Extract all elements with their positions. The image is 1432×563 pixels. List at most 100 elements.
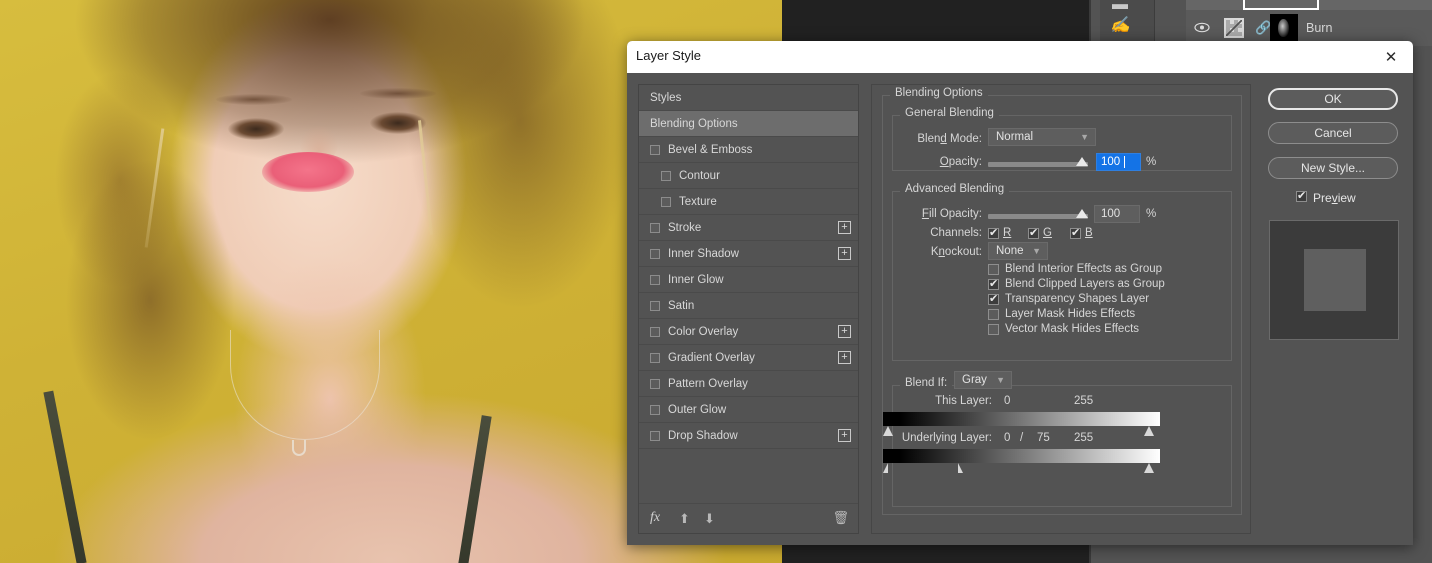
blend-mode-select[interactable]: Normal ▼	[988, 128, 1096, 146]
text-caret	[1124, 156, 1126, 168]
styles-header-label: Styles	[650, 91, 682, 104]
styles-item-satin[interactable]: Satin	[639, 293, 858, 319]
checkbox-transparency-shapes-layer[interactable]	[988, 292, 999, 305]
styles-item-checkbox[interactable]	[650, 430, 660, 441]
fill-opacity-slider-track[interactable]	[988, 214, 1088, 219]
opacity-value: 100	[1097, 156, 1125, 168]
cancel-button[interactable]: Cancel	[1268, 122, 1398, 144]
styles-list-header[interactable]: Styles	[639, 85, 858, 111]
checkbox-layer-mask-hides-effects[interactable]	[988, 309, 999, 320]
styles-item-gradient-overlay[interactable]: Gradient Overlay +	[639, 345, 858, 371]
blend-if-channel-select[interactable]: Gray ▼	[954, 371, 1012, 389]
photo-earring-left	[144, 128, 165, 248]
blend-if-channel-value: Gray	[962, 374, 987, 386]
styles-item-checkbox[interactable]	[650, 300, 660, 311]
underlying-high-value: 255	[1074, 432, 1094, 444]
add-effect-icon[interactable]: +	[838, 221, 851, 234]
styles-item-pattern-overlay[interactable]: Pattern Overlay	[639, 371, 858, 397]
styles-item-stroke[interactable]: Stroke +	[639, 215, 858, 241]
channel-g-checkbox[interactable]	[1028, 226, 1039, 239]
dodge-burn-tool-icon[interactable]: ✍	[1110, 15, 1130, 35]
styles-item-checkbox[interactable]	[661, 170, 671, 181]
styles-item-label: Color Overlay	[668, 325, 739, 338]
knockout-select[interactable]: None ▼	[988, 242, 1048, 260]
checkbox-label-blend-interior-effects-as-group: Blend Interior Effects as Group	[1005, 263, 1163, 275]
styles-item-blending-options[interactable]: Blending Options	[639, 111, 858, 137]
underlying-split-separator: /	[1020, 432, 1024, 444]
channel-g-label: G	[1043, 227, 1052, 239]
styles-item-label: Contour	[679, 169, 720, 182]
layer-mask-thumbnail[interactable]	[1270, 14, 1298, 42]
styles-item-checkbox[interactable]	[650, 352, 660, 363]
fill-opacity-slider-knob[interactable]	[1076, 209, 1088, 218]
styles-item-checkbox[interactable]	[650, 144, 660, 155]
ok-button[interactable]: OK	[1268, 88, 1398, 110]
styles-item-drop-shadow[interactable]: Drop Shadow +	[639, 423, 858, 449]
chevron-down-icon: ▼	[1032, 246, 1041, 256]
opacity-input[interactable]: 100	[1096, 153, 1141, 171]
styles-item-inner-glow[interactable]: Inner Glow	[639, 267, 858, 293]
preview-checkbox[interactable]	[1296, 189, 1307, 202]
checkbox-label-transparency-shapes-layer: Transparency Shapes Layer	[1005, 293, 1150, 305]
layer-visibility-eye-icon[interactable]	[1194, 21, 1210, 34]
opacity-slider-track[interactable]	[988, 162, 1088, 167]
gradient-tool-icon[interactable]: ▬	[1112, 0, 1128, 14]
layer-adjustment-thumbnail[interactable]	[1224, 18, 1244, 38]
close-icon[interactable]: ✕	[1369, 41, 1413, 73]
this-layer-gradient-ramp[interactable]	[883, 412, 1160, 426]
underlying-white-slider[interactable]	[1144, 463, 1154, 473]
opacity-label: Opacity:	[939, 156, 982, 168]
add-effect-icon[interactable]: +	[838, 325, 851, 338]
opacity-slider-knob[interactable]	[1076, 157, 1088, 166]
add-effect-icon[interactable]: +	[838, 247, 851, 260]
styles-item-label: Drop Shadow	[668, 429, 738, 442]
underlying-layer-gradient-ramp[interactable]	[883, 449, 1160, 463]
styles-item-bevel-emboss[interactable]: Bevel & Emboss	[639, 137, 858, 163]
checkbox-blend-interior-effects-as-group[interactable]	[988, 264, 999, 275]
photo-eyebrow-left	[216, 94, 292, 105]
channel-r-checkbox[interactable]	[988, 226, 999, 239]
checkbox-vector-mask-hides-effects[interactable]	[988, 324, 999, 335]
tool-strip[interactable]: ▬ ✍	[1100, 0, 1154, 42]
checkbox-label-layer-mask-hides-effects: Layer Mask Hides Effects	[1005, 308, 1136, 320]
blend-mode-value: Normal	[996, 131, 1034, 143]
new-style-button[interactable]: New Style...	[1268, 157, 1398, 179]
styles-item-checkbox[interactable]	[650, 378, 660, 389]
styles-item-contour[interactable]: Contour	[639, 163, 858, 189]
styles-item-inner-shadow[interactable]: Inner Shadow +	[639, 241, 858, 267]
channel-b-checkbox[interactable]	[1070, 226, 1081, 239]
arrow-down-icon[interactable]: ⬇	[704, 511, 715, 527]
styles-item-checkbox[interactable]	[661, 196, 671, 207]
dialog-titlebar[interactable]: Layer Style ✕	[627, 41, 1413, 73]
layer-link-icon[interactable]: 🔗	[1255, 20, 1271, 36]
channel-b-label: B	[1085, 227, 1093, 239]
styles-item-color-overlay[interactable]: Color Overlay +	[639, 319, 858, 345]
styles-list[interactable]: Styles Blending Options Bevel & Emboss Cont…	[639, 85, 858, 449]
underlying-black-slider-left[interactable]	[883, 463, 888, 473]
underlying-black-slider-right[interactable]	[958, 463, 963, 473]
styles-list-footer: fx ⬆ ⬇ 🗑	[639, 503, 858, 533]
knockout-value: None	[996, 245, 1024, 257]
styles-item-checkbox[interactable]	[650, 274, 660, 285]
add-effect-icon[interactable]: +	[838, 429, 851, 442]
styles-item-checkbox[interactable]	[650, 248, 660, 259]
channel-r-label: R	[1003, 227, 1012, 239]
this-layer-high-value: 255	[1074, 395, 1094, 407]
styles-item-label: Pattern Overlay	[668, 377, 748, 390]
this-layer-white-slider[interactable]	[1144, 426, 1154, 436]
styles-item-label: Gradient Overlay	[668, 351, 755, 364]
blending-options-panel: Blending Options General Blending Blend …	[871, 84, 1251, 534]
styles-item-texture[interactable]: Texture	[639, 189, 858, 215]
styles-item-checkbox[interactable]	[650, 326, 660, 337]
fx-icon[interactable]: fx	[650, 510, 660, 526]
styles-item-checkbox[interactable]	[650, 404, 660, 415]
styles-item-outer-glow[interactable]: Outer Glow	[639, 397, 858, 423]
checkbox-blend-clipped-layers-as-group[interactable]	[988, 277, 999, 290]
styles-item-checkbox[interactable]	[650, 222, 660, 233]
arrow-up-icon[interactable]: ⬆	[679, 511, 690, 527]
fill-opacity-input[interactable]: 100	[1094, 205, 1140, 223]
blending-options-group-label: Blending Options	[890, 87, 988, 99]
photo-eye-left	[228, 118, 284, 140]
trash-icon[interactable]: 🗑	[832, 510, 849, 526]
add-effect-icon[interactable]: +	[838, 351, 851, 364]
